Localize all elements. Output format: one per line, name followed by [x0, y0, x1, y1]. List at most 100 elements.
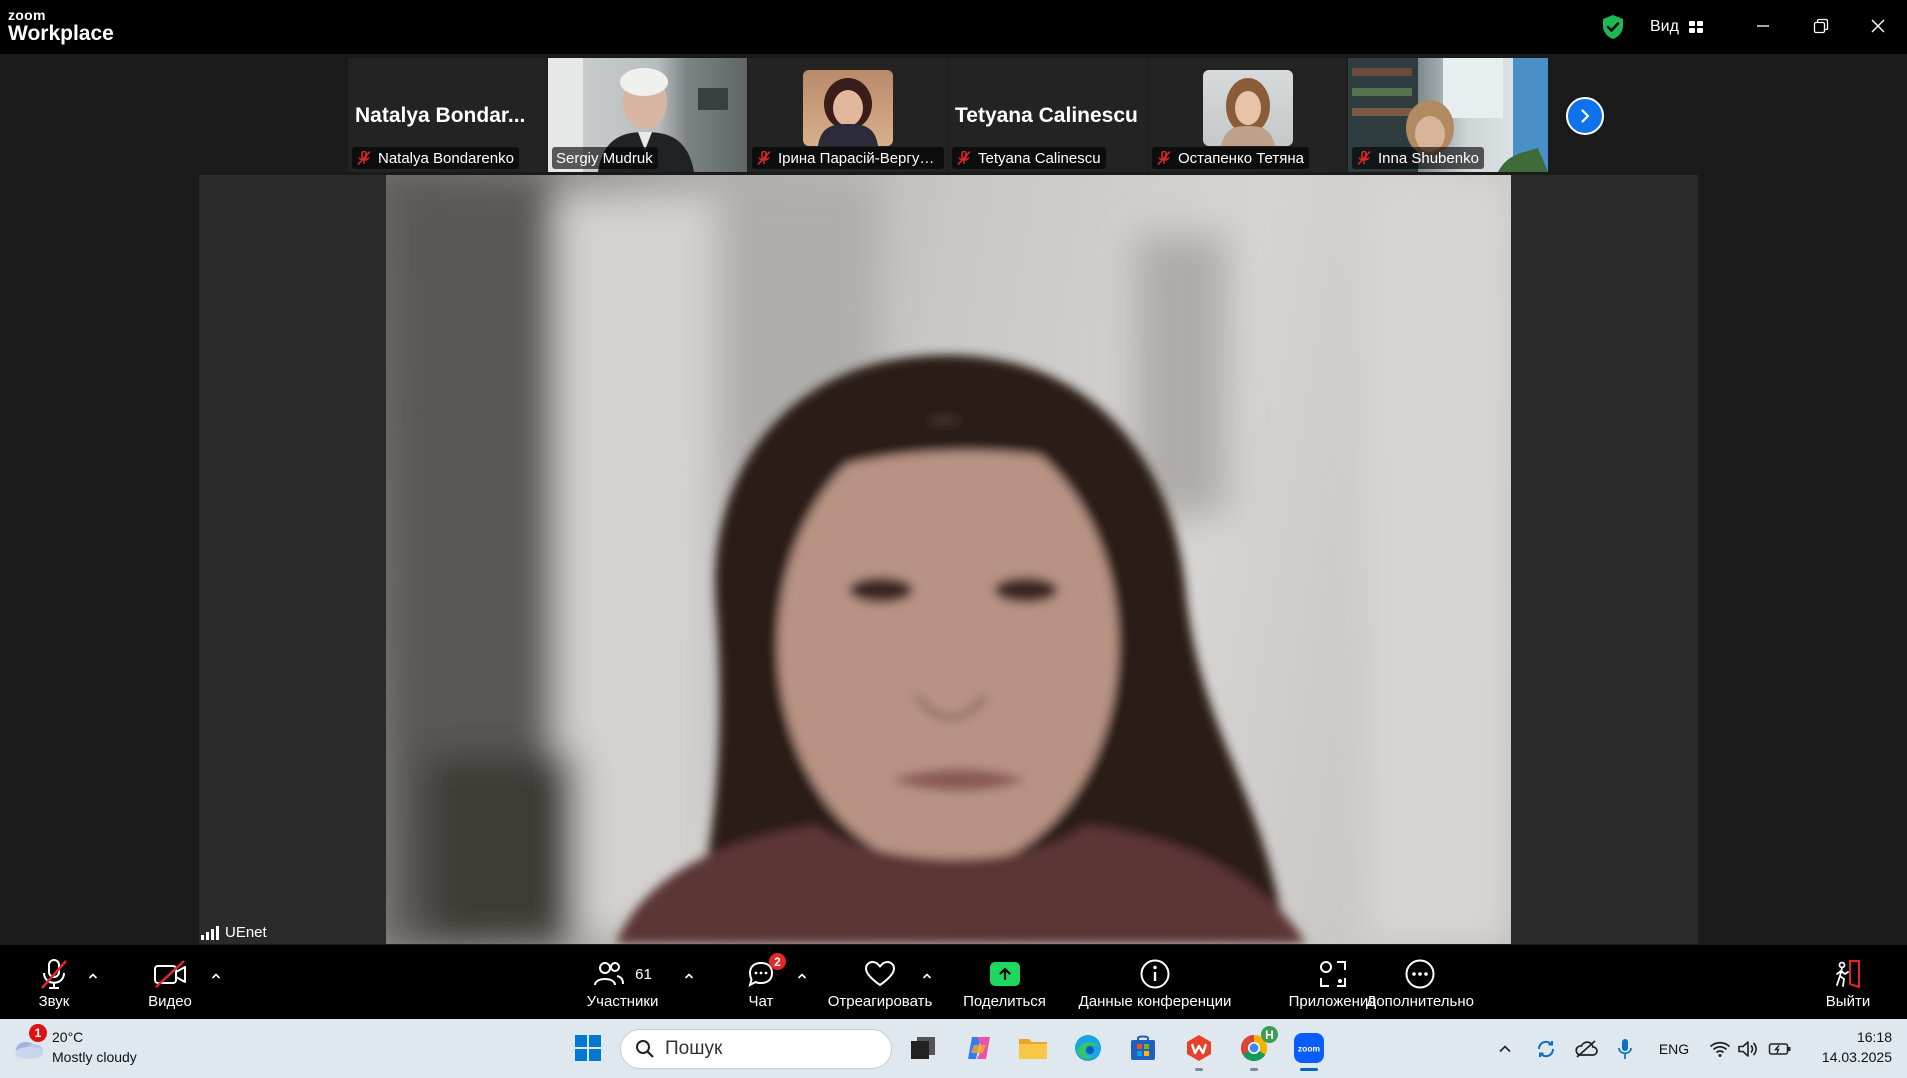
active-speaker-video[interactable] [386, 175, 1511, 944]
svg-text:zoom: zoom [1298, 1044, 1321, 1054]
clock-time: 16:18 [1856, 1029, 1892, 1045]
start-button[interactable] [570, 1030, 606, 1066]
language-indicator[interactable]: ENG [1656, 1037, 1692, 1061]
weather-widget[interactable]: 1 20°C Mostly cloudy [12, 1024, 137, 1067]
speaker-icon [1738, 1041, 1757, 1057]
participant-tile[interactable]: Tetyana Calinescu Tetyana Calinescu [948, 58, 1147, 172]
cloud-off-icon [1575, 1040, 1598, 1058]
participants-label: Участники [586, 993, 659, 1010]
logo-small: zoom [8, 7, 46, 23]
logo-big: Workplace [8, 22, 114, 45]
folder-icon [1019, 1039, 1047, 1059]
share-button[interactable]: Поделиться [962, 945, 1047, 1019]
grid-icon [1688, 21, 1703, 33]
weather-temp: 20°C [52, 1029, 84, 1045]
participant-name-tag: Остапенко Тетяна [1152, 147, 1309, 169]
volume-button[interactable] [1737, 1037, 1759, 1061]
task-view-button[interactable] [905, 1030, 941, 1066]
mic-muted-icon [957, 150, 971, 166]
wps-office-button[interactable] [1181, 1030, 1217, 1071]
weather-badge: 1 [29, 1024, 47, 1042]
video-label: Видео [148, 993, 192, 1010]
clock-date: 14.03.2025 [1821, 1049, 1892, 1065]
participant-tile[interactable]: Ірина Парасій-Вергун... [748, 58, 947, 172]
meeting-info-label: Данные конференции [1078, 993, 1232, 1010]
sync-icon [1537, 1040, 1555, 1058]
chat-caret-icon[interactable] [795, 969, 809, 983]
copilot-button[interactable] [961, 1030, 997, 1066]
participant-name-tag: Tetyana Calinescu [952, 147, 1106, 169]
video-options-caret-icon[interactable] [209, 969, 223, 983]
running-indicator [1195, 1068, 1203, 1071]
signal-icon [201, 925, 219, 940]
meeting-info-button[interactable]: Данные конференции [1074, 945, 1236, 1019]
leave-door-icon [1836, 960, 1860, 989]
tray-overflow-button[interactable] [1494, 1037, 1516, 1061]
chat-label: Чат [748, 993, 774, 1010]
react-button[interactable]: Отреагировать [826, 945, 934, 1019]
participant-strip: Natalya Bondar... Natalya Bondarenko Ser… [348, 58, 1548, 172]
minimize-button[interactable] [1743, 8, 1783, 44]
onedrive-button[interactable] [1572, 1037, 1600, 1061]
restore-button[interactable] [1801, 8, 1841, 44]
participant-name-tag: Natalya Bondarenko [352, 147, 519, 169]
next-page-button[interactable] [1566, 97, 1604, 135]
audio-button[interactable]: Звук [34, 945, 74, 1019]
react-label: Отреагировать [827, 993, 933, 1010]
minimize-icon [1757, 25, 1769, 27]
apps-icon [1319, 961, 1346, 987]
chevron-up-icon [1499, 1045, 1511, 1053]
view-label: Вид [1650, 18, 1679, 35]
zoom-app-icon: zoom [1294, 1033, 1324, 1063]
chat-unread-badge: 2 [769, 953, 786, 970]
participant-tile[interactable]: Sergiy Mudruk [548, 58, 747, 172]
react-caret-icon[interactable] [920, 969, 934, 983]
edge-button[interactable] [1070, 1030, 1106, 1066]
video-button[interactable]: Видео [145, 945, 195, 1019]
title-bar: zoom Workplace Вид [0, 0, 1907, 54]
more-button[interactable]: Дополнительно [1363, 945, 1477, 1019]
language-label: ENG [1658, 1041, 1690, 1057]
shield-check-icon[interactable] [1601, 14, 1625, 40]
system-clock[interactable]: 16:18 14.03.2025 [1800, 1027, 1892, 1067]
participant-video [1202, 70, 1293, 146]
participant-big-name: Natalya Bondar... [355, 104, 526, 127]
task-view-icon [911, 1037, 935, 1059]
view-button[interactable]: Вид [1650, 15, 1703, 39]
wifi-button[interactable] [1709, 1037, 1731, 1061]
microphone-icon [1618, 1039, 1632, 1059]
chrome-button[interactable]: H [1236, 1026, 1278, 1071]
more-icon [1405, 959, 1435, 989]
battery-button[interactable] [1768, 1037, 1792, 1061]
chrome-profile-badge: H [1261, 1026, 1278, 1043]
microphone-muted-icon [41, 959, 67, 989]
edge-browser-icon [1075, 1035, 1101, 1061]
weather-desc: Mostly cloudy [52, 1049, 137, 1065]
file-explorer-button[interactable] [1015, 1030, 1051, 1066]
participants-button[interactable]: 61 Участники [580, 945, 665, 1019]
participant-big-name: Tetyana Calinescu [955, 104, 1138, 127]
heart-icon [865, 961, 895, 986]
participant-tile[interactable]: Остапенко Тетяна [1148, 58, 1347, 172]
camera-off-icon [154, 960, 186, 988]
chevron-right-icon [1581, 109, 1590, 123]
leave-button[interactable]: Выйти [1820, 945, 1876, 1019]
sync-button[interactable] [1533, 1037, 1559, 1061]
taskbar-search[interactable]: Пошук [620, 1029, 892, 1069]
chat-button[interactable]: 2 Чат [741, 945, 786, 1019]
zoom-app-button[interactable]: zoom [1291, 1030, 1327, 1071]
app-logo: zoom Workplace [8, 8, 114, 44]
participant-name: Natalya Bondarenko [378, 149, 514, 167]
audio-options-caret-icon[interactable] [86, 969, 100, 983]
store-button[interactable] [1125, 1030, 1161, 1066]
info-icon [1140, 959, 1170, 989]
participants-caret-icon[interactable] [682, 969, 696, 983]
microphone-tray-button[interactable] [1614, 1037, 1636, 1061]
participant-tile[interactable]: Natalya Bondar... Natalya Bondarenko [348, 58, 547, 172]
restore-icon [1813, 18, 1829, 34]
participant-video [802, 70, 893, 146]
close-button[interactable] [1858, 8, 1898, 44]
close-icon [1871, 19, 1885, 33]
participant-name: Ірина Парасій-Вергун... [778, 149, 939, 167]
participant-tile[interactable]: Inna Shubenko [1348, 58, 1548, 172]
